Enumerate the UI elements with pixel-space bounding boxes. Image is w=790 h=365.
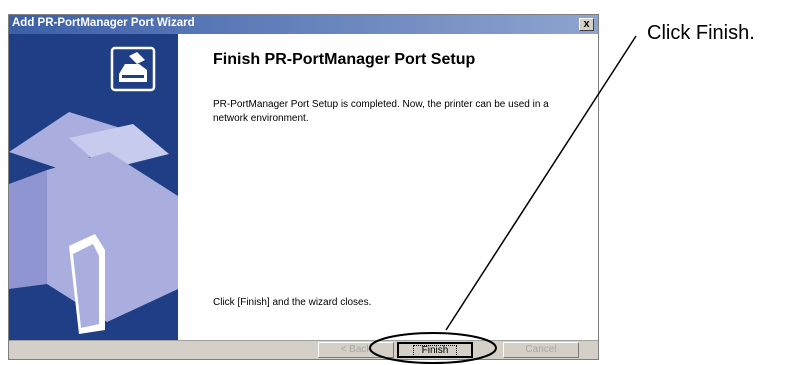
button-bar: < Back Finish Cancel <box>9 340 598 359</box>
window-title: Add PR-PortManager Port Wizard <box>12 17 195 29</box>
back-button[interactable]: < Back <box>318 342 394 358</box>
closing-instruction: Click [Finish] and the wizard closes. <box>213 297 372 308</box>
wizard-content: Finish PR-PortManager Port Setup PR-Port… <box>178 34 598 340</box>
printer-artwork <box>9 112 178 334</box>
callout-text: Click Finish. <box>647 22 755 44</box>
completion-description: PR-PortManager Port Setup is completed. … <box>213 99 549 124</box>
printer-illustration <box>9 46 178 334</box>
cancel-button[interactable]: Cancel <box>503 342 579 358</box>
finish-button[interactable]: Finish <box>397 342 473 358</box>
close-icon: x <box>583 18 590 30</box>
printer-icon <box>110 46 156 92</box>
page-title: Finish PR-PortManager Port Setup <box>213 51 476 68</box>
wizard-window: Add PR-PortManager Port Wizard x Finish … <box>8 14 599 360</box>
title-bar: Add PR-PortManager Port Wizard x <box>9 15 598 34</box>
wizard-side-panel <box>9 34 178 340</box>
finish-button-label: Finish <box>412 345 458 357</box>
close-button[interactable]: x <box>579 18 594 31</box>
